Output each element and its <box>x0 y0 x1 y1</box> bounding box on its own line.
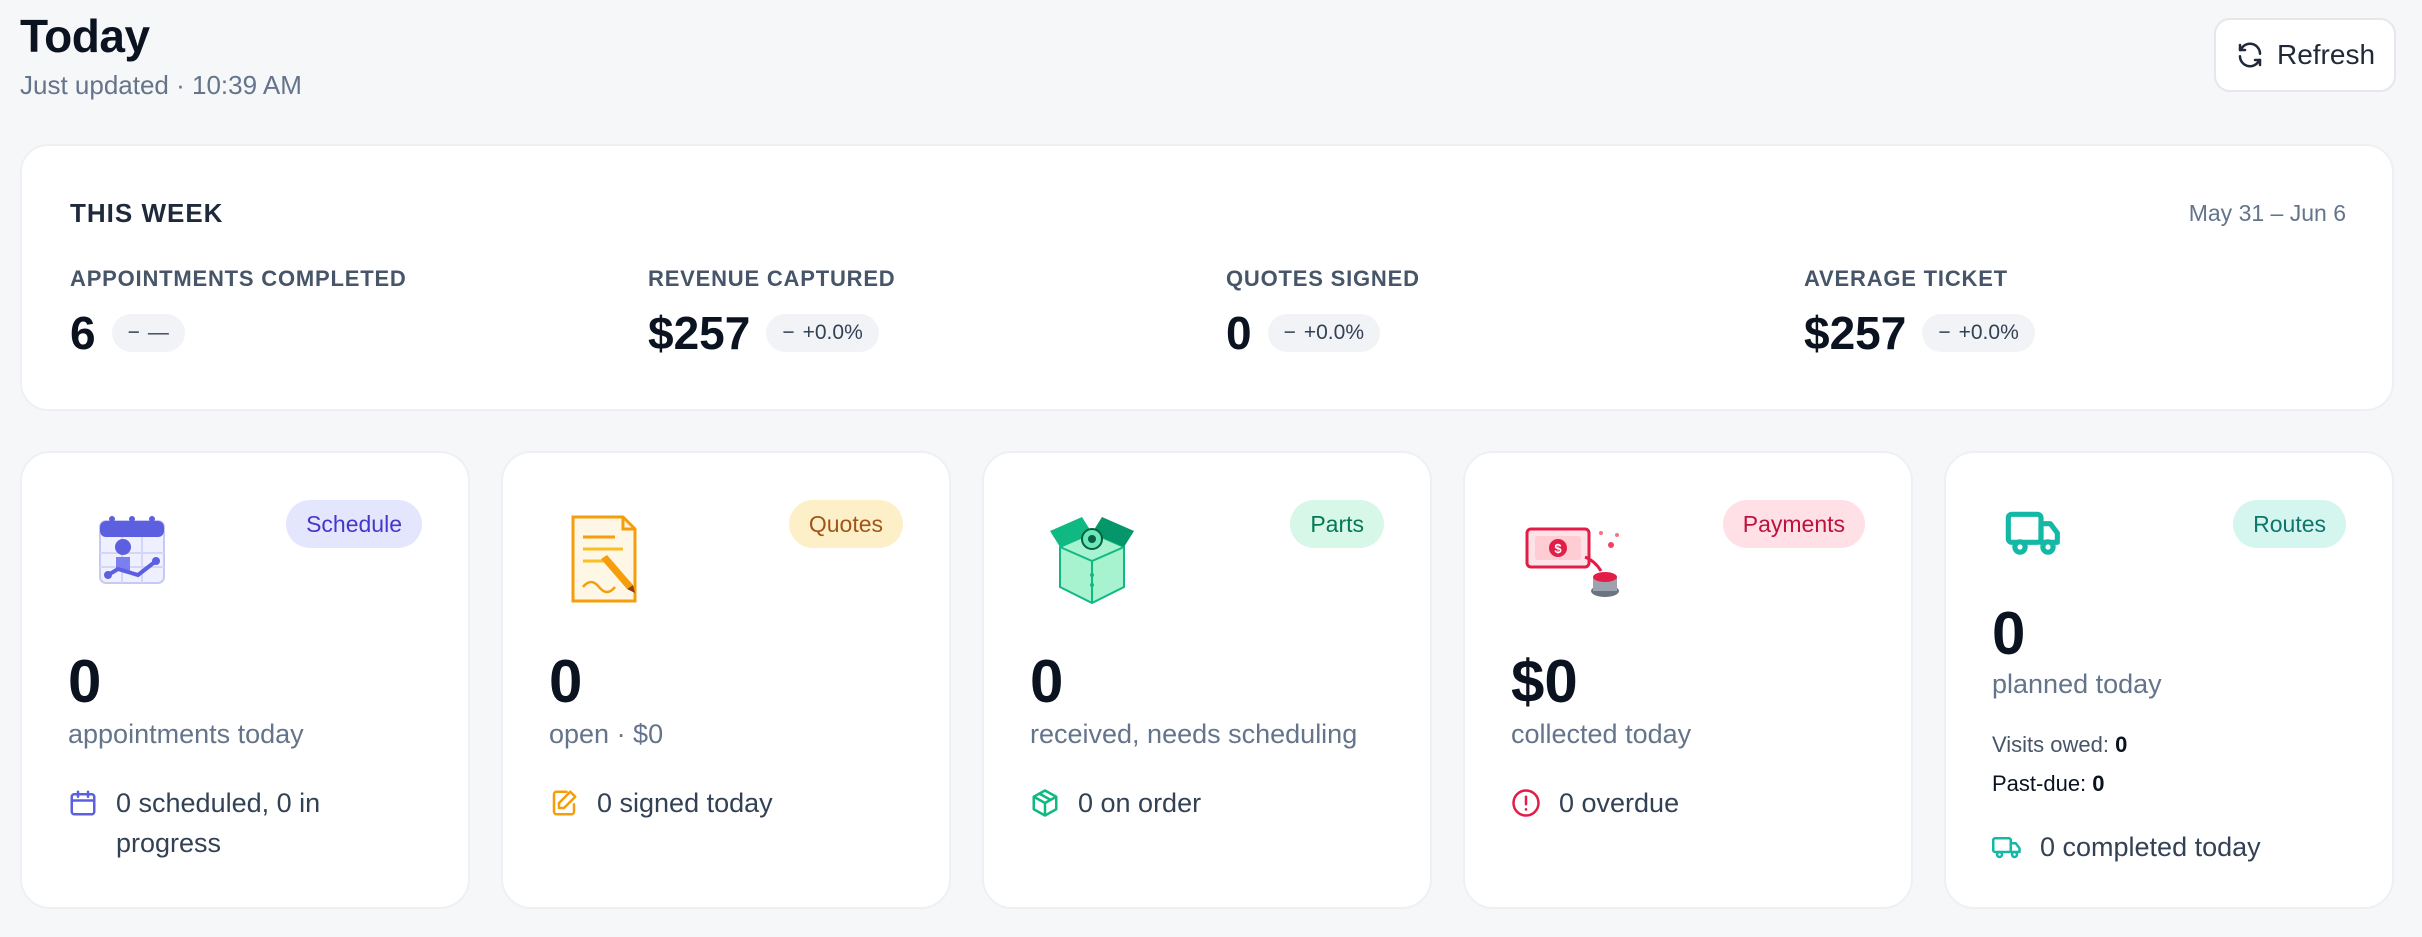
parts-received-count: 0 <box>1030 648 1064 715</box>
stat-value: $257 <box>1804 307 1907 359</box>
visits-owed-line: Visits owed: 0 <box>1992 732 2127 758</box>
routes-footer: 0 completed today <box>1992 827 2261 867</box>
last-updated-text: Just updated · 10:39 AM <box>20 70 302 100</box>
signed-document-icon <box>552 790 577 816</box>
quotes-footer-text: 0 signed today <box>597 788 773 818</box>
stat-value: 0 <box>1226 307 1252 359</box>
stat-appointments-completed: APPOINTMENTS COMPLETED 6 − — <box>70 266 407 360</box>
week-date-range: May 31 – Jun 6 <box>2188 200 2346 226</box>
alert-circle-icon <box>1512 789 1540 817</box>
dash-icon: − <box>1283 321 1296 344</box>
parts-footer-text: 0 on order <box>1078 788 1202 818</box>
payments-footer-text: 0 overdue <box>1559 788 1680 818</box>
this-week-card: THIS WEEK May 31 – Jun 6 APPOINTMENTS CO… <box>20 144 2394 411</box>
parts-footer: 0 on order <box>1030 783 1201 823</box>
payments-card[interactable]: $ Payments $0 collected today 0 overdue <box>1463 451 1913 909</box>
truck-icon <box>2005 511 2060 555</box>
stat-value: $257 <box>648 307 751 359</box>
cash-button-illustration-icon: $ <box>1525 527 1619 597</box>
stat-delta-badge: − +0.0% <box>1922 314 2035 352</box>
past-due-line: Past-due: 0 <box>1992 771 2105 797</box>
svg-text:$: $ <box>1554 541 1562 556</box>
collected-today-amount: $0 <box>1511 648 1578 715</box>
stat-delta: +0.0% <box>802 321 863 344</box>
payments-badge[interactable]: Payments <box>1722 500 1865 548</box>
stat-delta-badge: − — <box>111 314 185 352</box>
stat-average-ticket: AVERAGE TICKET $257 − +0.0% <box>1804 266 2035 360</box>
stat-label: REVENUE CAPTURED <box>648 266 896 291</box>
document-pencil-illustration-icon <box>571 515 637 603</box>
past-due-label: Past-due: <box>1992 771 2087 796</box>
page-title: Today <box>20 10 150 62</box>
quotes-card[interactable]: Quotes 0 open · $0 0 signed today <box>501 451 951 909</box>
stat-delta: +0.0% <box>1303 321 1364 344</box>
this-week-title: THIS WEEK <box>70 198 224 228</box>
open-quotes-label: open · $0 <box>549 719 664 749</box>
planned-routes-label: planned today <box>1992 669 2162 699</box>
calendar-icon <box>70 790 96 816</box>
schedule-card[interactable]: Schedule 0 appointments today 0 schedule… <box>20 451 470 909</box>
dash-icon: − <box>127 321 140 344</box>
stat-delta: +0.0% <box>1958 321 2019 344</box>
stat-label: AVERAGE TICKET <box>1804 266 2008 291</box>
appointments-today-count: 0 <box>68 648 102 715</box>
stat-label: QUOTES SIGNED <box>1226 266 1420 291</box>
dash-icon: − <box>1938 321 1951 344</box>
quotes-badge[interactable]: Quotes <box>788 500 903 548</box>
parts-badge[interactable]: Parts <box>1290 500 1384 548</box>
stat-delta: — <box>147 321 169 344</box>
refresh-icon <box>2238 42 2262 68</box>
collected-today-label: collected today <box>1511 719 1692 749</box>
page-header: Today Just updated · 10:39 AM <box>20 8 302 101</box>
parts-card[interactable]: Parts 0 received, needs scheduling 0 on … <box>982 451 1432 909</box>
parts-received-label: received, needs scheduling <box>1030 719 1358 749</box>
stat-value: 6 <box>70 307 96 359</box>
dash-icon: − <box>782 321 795 344</box>
package-icon <box>1032 789 1058 817</box>
payments-footer: 0 overdue <box>1511 783 1679 823</box>
stat-revenue-captured: REVENUE CAPTURED $257 − +0.0% <box>648 266 896 360</box>
routes-card[interactable]: Routes 0 planned today Visits owed: 0 Pa… <box>1944 451 2394 909</box>
stat-delta-badge: − +0.0% <box>1267 314 1380 352</box>
routes-badge[interactable]: Routes <box>2233 500 2346 548</box>
open-box-illustration-icon <box>1050 517 1134 605</box>
visits-owed-label: Visits owed: <box>1992 732 2109 757</box>
calendar-illustration-icon <box>99 516 165 584</box>
appointments-today-label: appointments today <box>68 719 304 749</box>
stat-label: APPOINTMENTS COMPLETED <box>70 266 407 291</box>
truck-small-icon <box>1992 837 2021 859</box>
visits-owed-value: 0 <box>2115 732 2128 757</box>
past-due-value: 0 <box>2092 771 2105 796</box>
refresh-label: Refresh <box>2276 39 2376 70</box>
quotes-footer: 0 signed today <box>549 783 773 823</box>
refresh-button[interactable]: Refresh <box>2214 18 2396 92</box>
schedule-badge[interactable]: Schedule <box>286 500 422 548</box>
schedule-footer: 0 scheduled, 0 in progress <box>68 783 398 863</box>
open-quotes-count: 0 <box>549 648 583 715</box>
routes-footer-text: 0 completed today <box>2040 832 2261 862</box>
planned-routes-count: 0 <box>1992 600 2026 667</box>
stat-delta-badge: − +0.0% <box>766 314 879 352</box>
schedule-footer-text: 0 scheduled, 0 in progress <box>116 788 321 858</box>
stat-quotes-signed: QUOTES SIGNED 0 − +0.0% <box>1226 266 1420 360</box>
